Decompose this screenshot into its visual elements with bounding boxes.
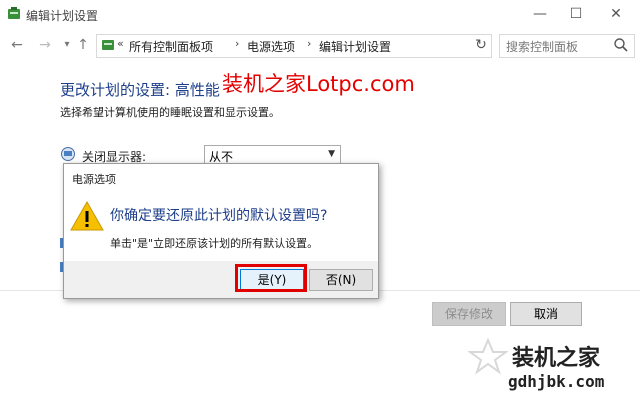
close-button[interactable]: ✕ (596, 0, 636, 30)
no-button[interactable]: 否(N) (309, 269, 373, 291)
chevron-right-icon: › (307, 37, 312, 50)
cancel-button[interactable]: 取消 (510, 302, 582, 326)
search-placeholder: 搜索控制面板 (506, 40, 579, 54)
address-prefix: « (117, 37, 124, 50)
breadcrumb-edit-plan[interactable]: 编辑计划设置 (319, 38, 391, 55)
up-arrow-icon[interactable]: ↑ (74, 36, 92, 54)
monitor-icon (61, 147, 75, 161)
dialog-detail: 单击"是"立即还原该计划的所有默认设置。 (110, 237, 319, 250)
maximize-button[interactable]: ☐ (556, 0, 596, 30)
breadcrumb-power-options[interactable]: 电源选项 (247, 38, 295, 55)
chevron-right-icon: › (235, 37, 240, 50)
dialog-footer: 是(Y) 否(N) (64, 261, 378, 298)
back-arrow-icon[interactable]: ← (8, 36, 26, 54)
breadcrumb-all-items[interactable]: 所有控制面板项 (129, 38, 213, 55)
power-options-icon (8, 7, 20, 19)
control-panel-icon (102, 40, 114, 50)
watermark-brand: 装机之家 (512, 346, 601, 371)
warning-icon (70, 201, 104, 231)
window-title: 编辑计划设置 (26, 9, 99, 23)
watermark-domain: gdhjbk.com (508, 372, 605, 391)
plan-description: 选择希望计算机使用的睡眠设置和显示设置。 (60, 106, 280, 119)
search-icon[interactable] (613, 37, 629, 53)
highlight-box (235, 264, 307, 292)
forward-arrow-icon[interactable]: → (36, 36, 54, 54)
confirm-dialog: 电源选项 你确定要还原此计划的默认设置吗? 单击"是"立即还原该计划的所有默认设… (63, 163, 379, 299)
star-logo-icon (468, 338, 508, 374)
chevron-down-icon: ▼ (328, 149, 335, 159)
minimize-button[interactable]: — (520, 0, 560, 30)
title-bar: 编辑计划设置 — ☐ ✕ (0, 0, 640, 30)
plan-title: 更改计划的设置: 高性能 (60, 81, 220, 99)
watermark-text: 装机之家Lotpc.com (222, 72, 415, 96)
search-input[interactable]: 搜索控制面板 (499, 34, 635, 58)
refresh-icon[interactable]: ↻ (470, 34, 492, 58)
dialog-title: 电源选项 (72, 173, 116, 186)
address-bar[interactable]: « 所有控制面板项 › 电源选项 › 编辑计划设置 ▾ (96, 34, 546, 58)
dialog-question: 你确定要还原此计划的默认设置吗? (110, 208, 328, 224)
save-changes-button[interactable]: 保存修改 (432, 302, 506, 326)
